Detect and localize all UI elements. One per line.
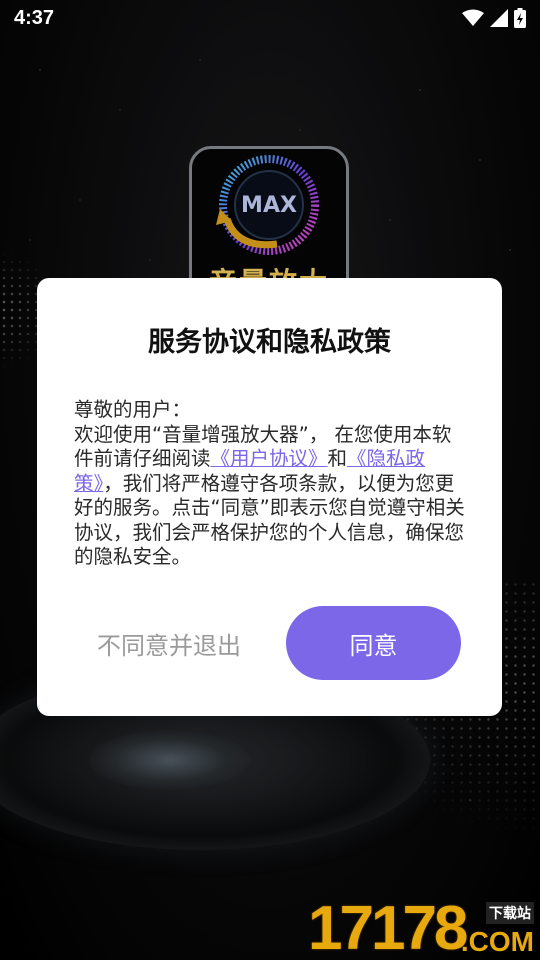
- agreement-dialog: 服务协议和隐私政策 尊敬的用户： 欢迎使用“音量增强放大器”， 在您使用本软件前…: [37, 278, 502, 716]
- agree-button[interactable]: 同意: [286, 606, 461, 680]
- status-icons: [462, 8, 526, 28]
- status-bar: 4:37: [0, 0, 540, 36]
- battery-charging-icon: [514, 8, 526, 28]
- dialog-title: 服务协议和隐私政策: [148, 327, 391, 358]
- dialog-body: 尊敬的用户： 欢迎使用“音量增强放大器”， 在您使用本软件前请仔细阅读《用户协议…: [74, 398, 469, 570]
- watermark-badge: 下载站: [486, 902, 534, 924]
- cellular-signal-icon: [490, 9, 508, 27]
- status-time: 4:37: [14, 6, 55, 29]
- wifi-icon: [462, 9, 484, 26]
- dialog-message: 欢迎使用“音量增强放大器”， 在您使用本软件前请仔细阅读《用户协议》和《隐私政策…: [74, 423, 469, 570]
- dialog-greeting: 尊敬的用户：: [74, 398, 192, 421]
- user-agreement-link[interactable]: 《用户协议》: [211, 447, 328, 470]
- screen: 4:37 MAX 服务协议和隐私政策 尊敬的用户： 欢迎使用“音量增强放大器”，…: [0, 0, 540, 960]
- site-watermark: 17178 .COM 下载站: [308, 898, 538, 960]
- watermark-number: 17178: [308, 894, 468, 960]
- dialog-message-part2: ，我们将严格遵守各项条款，以便为您更好的服务。点击“同意”即表示您自觉遵守相关协…: [74, 471, 465, 569]
- decline-exit-button[interactable]: 不同意并退出: [74, 606, 264, 680]
- watermark-domain: .COM: [460, 926, 534, 957]
- dialog-message-conjunction: 和: [327, 447, 348, 470]
